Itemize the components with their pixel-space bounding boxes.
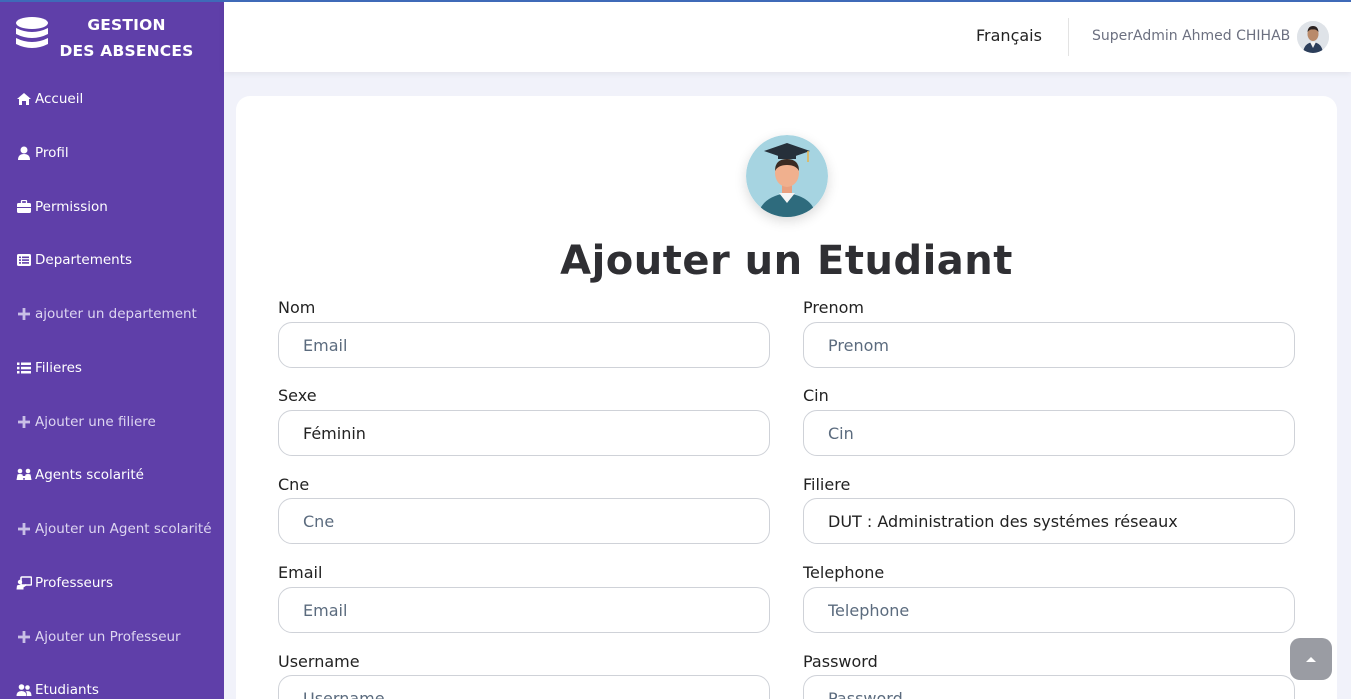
sidebar-item-profil[interactable]: Profil [16, 142, 69, 164]
filiere-label: Filiere [803, 475, 851, 494]
chalkboard-teacher-icon [16, 576, 32, 590]
sidebar-item-ajouter-agent[interactable]: Ajouter un Agent scolarité [16, 518, 212, 540]
brand-title-line1: GESTION [87, 16, 166, 34]
prenom-label: Prenom [803, 298, 864, 317]
briefcase-icon [16, 200, 32, 214]
email-field[interactable] [278, 587, 770, 633]
sidebar-item-label: Departements [35, 252, 133, 268]
sidebar-item-agents-scolarite[interactable]: Agents scolarité [16, 464, 144, 486]
database-icon [14, 16, 50, 54]
sidebar-item-label: ajouter un departement [35, 306, 197, 322]
student-graduate-avatar [746, 135, 828, 217]
sidebar-item-label: Agents scolarité [35, 467, 144, 483]
sidebar-item-accueil[interactable]: Accueil [16, 88, 83, 110]
cin-field[interactable] [803, 410, 1295, 456]
password-label: Password [803, 652, 878, 671]
cne-label: Cne [278, 475, 310, 494]
sidebar-item-label: Permission [35, 199, 108, 215]
nom-field[interactable] [278, 322, 770, 368]
sidebar-item-ajouter-professeur[interactable]: Ajouter un Professeur [16, 626, 181, 648]
sidebar-item-label: Accueil [35, 91, 84, 107]
users-icon [16, 683, 32, 697]
plus-icon [16, 630, 32, 644]
username-label: Username [278, 652, 360, 671]
email-label: Email [278, 563, 323, 582]
sidebar-item-departements[interactable]: Departements [16, 249, 132, 271]
chevron-up-icon [1304, 650, 1318, 669]
brand-title: GESTION DES ABSENCES [54, 12, 199, 64]
sidebar-item-etudiants[interactable]: Etudiants [16, 679, 99, 699]
home-icon [16, 92, 32, 106]
sidebar: GESTION DES ABSENCES Accueil Profil Perm… [0, 0, 224, 699]
sidebar-item-label: Profil [35, 145, 69, 161]
user-avatar[interactable] [1297, 21, 1329, 53]
telephone-field[interactable] [803, 587, 1295, 633]
plus-icon [16, 415, 32, 429]
user-icon [16, 146, 32, 160]
sidebar-item-label: Ajouter un Agent scolarité [35, 521, 212, 537]
sidebar-item-label: Ajouter un Professeur [35, 629, 181, 645]
sidebar-item-label: Etudiants [35, 682, 99, 698]
sidebar-item-ajouter-departement[interactable]: ajouter un departement [16, 303, 197, 325]
sidebar-item-label: Filieres [35, 360, 82, 376]
cne-field[interactable] [278, 498, 770, 544]
add-student-card: Ajouter un Etudiant Nom Prenom Sexe Cin … [236, 96, 1337, 699]
language-selector[interactable]: Français [976, 26, 1042, 45]
sidebar-item-permission[interactable]: Permission [16, 196, 108, 218]
people-icon [16, 468, 32, 482]
list-icon [16, 361, 32, 375]
cin-label: Cin [803, 386, 829, 405]
username-field[interactable] [278, 675, 770, 699]
user-name[interactable]: SuperAdmin Ahmed CHIHAB [1092, 28, 1290, 44]
top-header: Français SuperAdmin Ahmed CHIHAB [224, 2, 1351, 72]
page-title: Ajouter un Etudiant [560, 238, 1013, 284]
sidebar-item-label: Ajouter une filiere [35, 414, 156, 430]
sidebar-item-label: Professeurs [35, 575, 113, 591]
filiere-select[interactable] [803, 498, 1295, 544]
plus-icon [16, 307, 32, 321]
top-accent-line [0, 0, 1351, 2]
sexe-label: Sexe [278, 386, 317, 405]
brand[interactable]: GESTION DES ABSENCES [0, 0, 224, 68]
header-divider [1068, 18, 1069, 56]
list-alt-icon [16, 253, 32, 267]
prenom-field[interactable] [803, 322, 1295, 368]
sidebar-item-filieres[interactable]: Filieres [16, 357, 82, 379]
nom-label: Nom [278, 298, 316, 317]
password-field[interactable] [803, 675, 1295, 699]
sidebar-item-professeurs[interactable]: Professeurs [16, 572, 113, 594]
plus-icon [16, 522, 32, 536]
telephone-label: Telephone [803, 563, 885, 582]
scroll-to-top-button[interactable] [1290, 638, 1332, 680]
brand-title-line2: DES ABSENCES [59, 42, 194, 60]
sidebar-item-ajouter-filiere[interactable]: Ajouter une filiere [16, 411, 156, 433]
sexe-select[interactable] [278, 410, 770, 456]
